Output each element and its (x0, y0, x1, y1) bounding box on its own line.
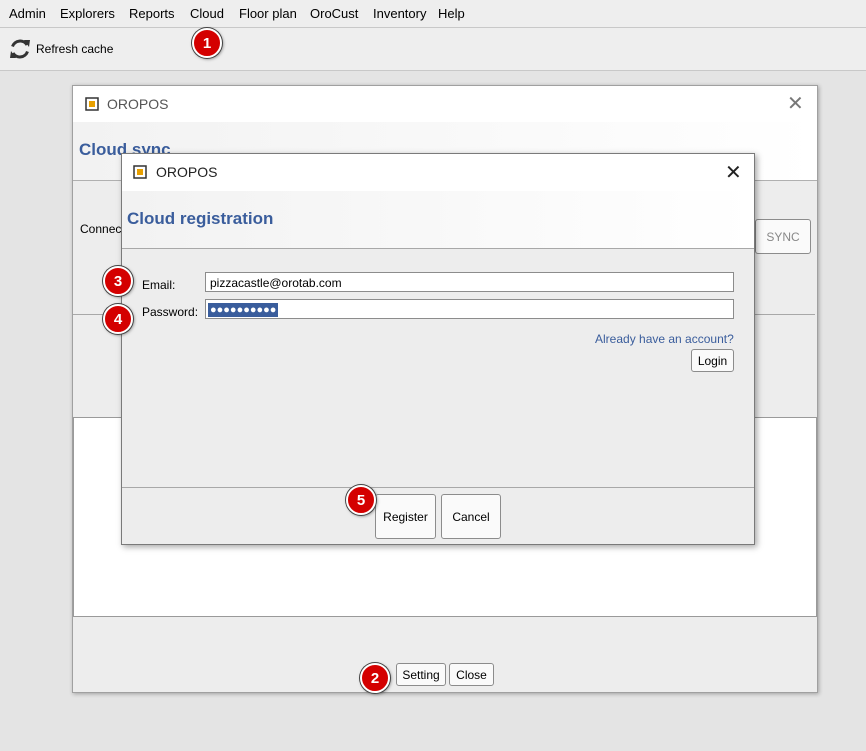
window-title: OROPOS (156, 164, 218, 180)
divider (122, 487, 754, 488)
step-badge-3: 3 (103, 266, 133, 296)
refresh-cache-label: Refresh cache (36, 42, 114, 56)
app-icon (133, 165, 147, 179)
email-label: Email: (142, 278, 176, 292)
password-value: ●●●●●●●●●● (208, 303, 279, 317)
password-label: Password: (142, 305, 199, 319)
registration-titlebar: OROPOS ✕ (122, 154, 754, 191)
toolbar: Refresh cache (0, 28, 866, 71)
menu-explorers[interactable]: Explorers (60, 6, 115, 21)
step-badge-5: 5 (346, 485, 376, 515)
step-badge-2: 2 (360, 663, 390, 693)
close-icon[interactable]: ✕ (787, 94, 804, 114)
menu-cloud[interactable]: Cloud (190, 6, 224, 21)
close-button[interactable]: Close (449, 663, 494, 686)
menu-reports[interactable]: Reports (129, 6, 175, 21)
step-badge-1: 1 (192, 28, 222, 58)
registration-header: Cloud registration (122, 191, 754, 249)
cloud-sync-titlebar: OROPOS ✕ (73, 86, 817, 122)
cloud-registration-dialog: OROPOS ✕ Cloud registration Email: pizza… (121, 153, 755, 545)
email-field[interactable]: pizzacastle@orotab.com (205, 272, 734, 292)
register-button[interactable]: Register (375, 494, 436, 539)
refresh-icon (10, 39, 30, 59)
sync-button[interactable]: SYNC (755, 219, 811, 254)
close-icon[interactable]: ✕ (725, 163, 742, 183)
cancel-button[interactable]: Cancel (441, 494, 501, 539)
login-button[interactable]: Login (691, 349, 734, 372)
menu-help[interactable]: Help (438, 6, 465, 21)
window-title: OROPOS (107, 96, 169, 112)
refresh-cache-button[interactable]: Refresh cache (8, 36, 113, 62)
already-have-account-link[interactable]: Already have an account? (595, 332, 734, 346)
app-icon (85, 97, 99, 111)
menu-floor-plan[interactable]: Floor plan (239, 6, 297, 21)
setting-button[interactable]: Setting (396, 663, 446, 686)
menu-inventory[interactable]: Inventory (373, 6, 426, 21)
menu-admin[interactable]: Admin (9, 6, 46, 21)
password-field[interactable]: ●●●●●●●●●● (205, 299, 734, 319)
step-badge-4: 4 (103, 304, 133, 334)
connection-label: Connec (80, 222, 122, 236)
menu-bar: Admin Explorers Reports Cloud Floor plan… (0, 0, 866, 28)
registration-title: Cloud registration (127, 209, 274, 228)
menu-orocust[interactable]: OroCust (310, 6, 358, 21)
